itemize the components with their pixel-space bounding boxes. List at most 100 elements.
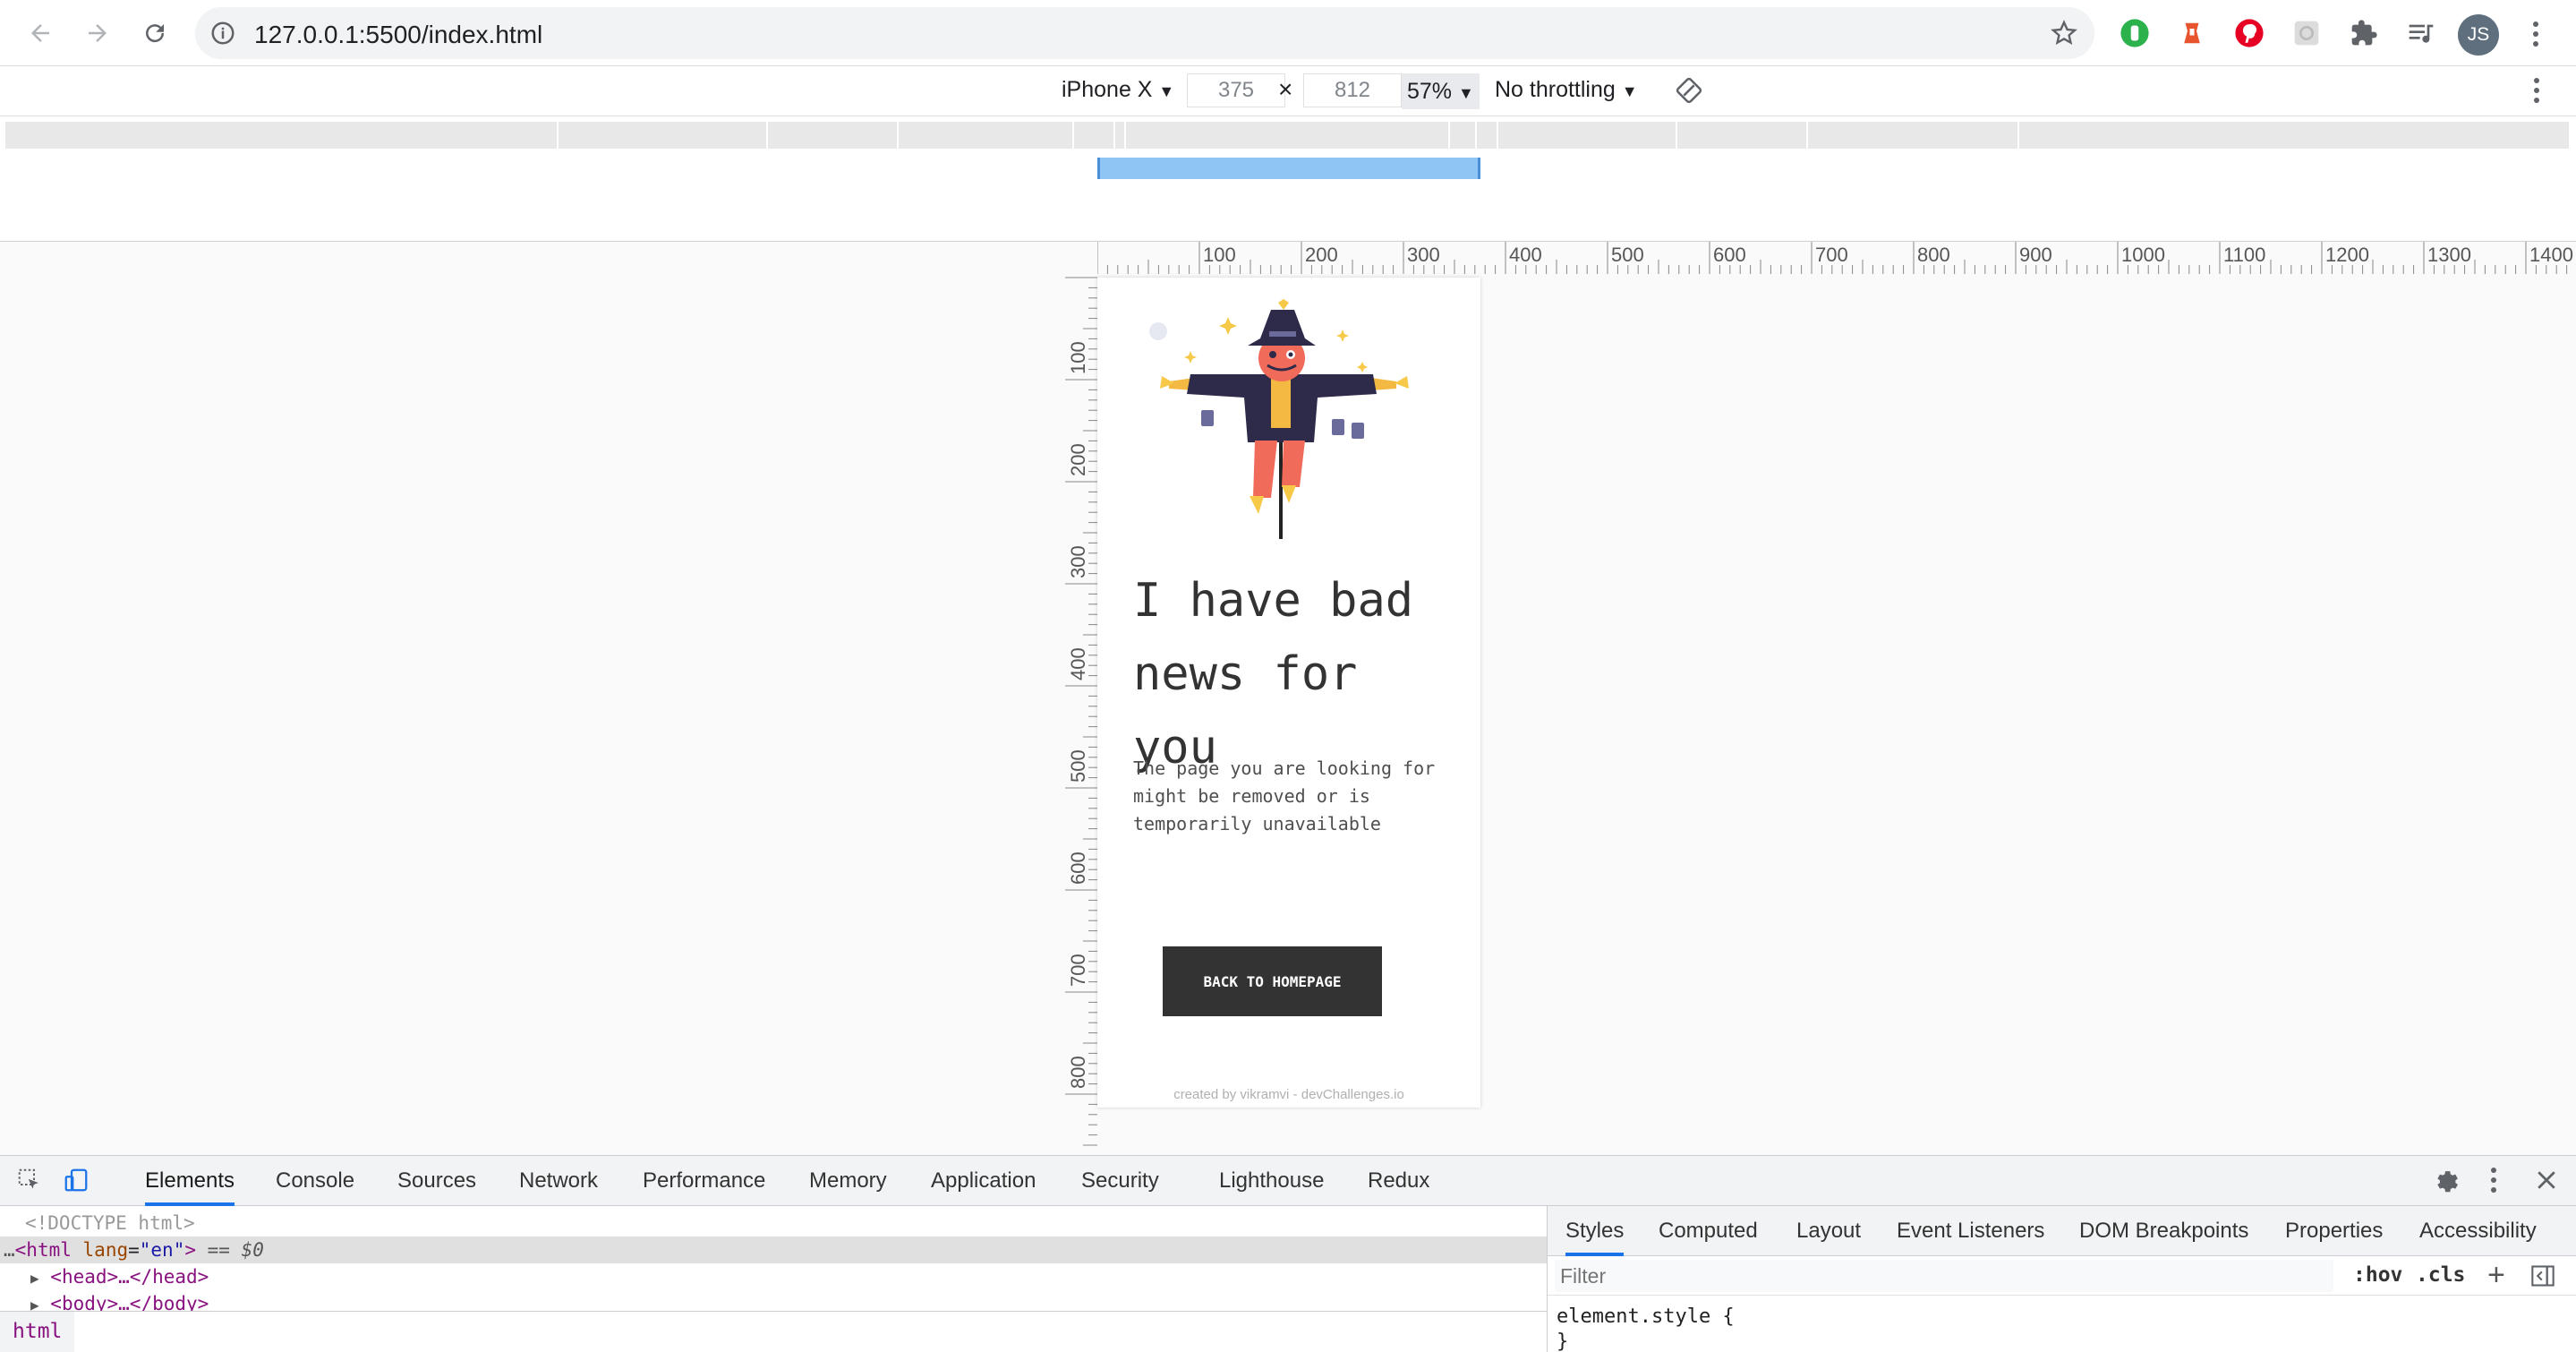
dom-head-node[interactable]: ▶ <head>…</head> bbox=[0, 1263, 1547, 1290]
close-icon[interactable] bbox=[2533, 1167, 2560, 1198]
tab-layout[interactable]: Layout bbox=[1796, 1206, 1861, 1256]
url-text[interactable]: 127.0.0.1:5500/index.html bbox=[254, 21, 542, 49]
ruler-label: 300 bbox=[1407, 244, 1440, 266]
tab-sources[interactable]: Sources bbox=[397, 1156, 476, 1206]
device-toggle-icon[interactable] bbox=[63, 1167, 90, 1198]
profile-avatar[interactable]: JS bbox=[2458, 14, 2499, 56]
tab-computed[interactable]: Computed bbox=[1659, 1206, 1758, 1256]
ruler-top: 100 200 300 400 500 600 700 800 900 1000 1100 1200 1… bbox=[1097, 242, 2576, 274]
page-headline: I have bad news for you bbox=[1133, 574, 1414, 774]
tab-performance[interactable]: Performance bbox=[643, 1156, 765, 1206]
tab-application[interactable]: Application bbox=[931, 1156, 1036, 1206]
device-select[interactable]: iPhone X ▼ bbox=[1062, 77, 1174, 103]
attr-name: lang bbox=[82, 1239, 129, 1261]
height-input[interactable]: 812 bbox=[1303, 73, 1402, 107]
kebab-menu-icon[interactable] bbox=[2490, 1167, 2497, 1198]
forward-arrow-icon[interactable] bbox=[77, 13, 118, 54]
ruler-label: 200 bbox=[1305, 244, 1338, 266]
ruler-label: 1000 bbox=[2121, 244, 2165, 266]
media-query-bar[interactable] bbox=[899, 122, 1074, 149]
breadcrumb-html[interactable]: html bbox=[0, 1312, 75, 1352]
gear-icon[interactable] bbox=[2431, 1167, 2460, 1200]
device-toolbar: iPhone X ▼ 375 × 812 57% ▼ No throttling… bbox=[0, 66, 2576, 116]
info-icon[interactable] bbox=[209, 20, 236, 51]
breadcrumb: html bbox=[0, 1311, 1547, 1352]
pinterest-icon[interactable] bbox=[2232, 16, 2266, 50]
styles-sidebar: Styles Computed Layout Event Listeners D… bbox=[1547, 1206, 2576, 1352]
tab-dom-breakpoints[interactable]: DOM Breakpoints bbox=[2079, 1206, 2248, 1256]
selected-marker: == $0 bbox=[207, 1239, 264, 1261]
tab-styles[interactable]: Styles bbox=[1565, 1206, 1625, 1256]
ruler-label: 1300 bbox=[2427, 244, 2471, 266]
styles-filter-input[interactable] bbox=[1555, 1260, 2333, 1292]
rotate-icon[interactable] bbox=[1674, 75, 1704, 110]
chevron-down-icon: ▼ bbox=[1458, 84, 1474, 102]
credit-text: created by vikramvi - devChallenges.io bbox=[1173, 1087, 1404, 1102]
media-query-bar[interactable] bbox=[768, 122, 899, 149]
throttling-value: No throttling bbox=[1495, 77, 1616, 102]
back-to-homepage-button[interactable]: BACK TO HOMEPAGE bbox=[1163, 946, 1382, 1016]
tab-redux[interactable]: Redux bbox=[1368, 1156, 1429, 1206]
element-style-rule[interactable]: element.style { } bbox=[1557, 1305, 1735, 1352]
ruler-label: 700 bbox=[1067, 954, 1089, 987]
media-query-bars bbox=[0, 116, 2576, 242]
media-query-bar[interactable] bbox=[1498, 122, 1677, 149]
head-tag: <head>…</head> bbox=[50, 1266, 209, 1288]
media-query-bar[interactable] bbox=[1115, 122, 1126, 149]
extension-green-icon[interactable] bbox=[2118, 16, 2152, 50]
width-input[interactable]: 375 bbox=[1187, 73, 1285, 107]
tab-memory[interactable]: Memory bbox=[809, 1156, 887, 1206]
media-query-bar[interactable] bbox=[559, 122, 768, 149]
media-query-bar[interactable] bbox=[1808, 122, 2019, 149]
tab-lighthouse[interactable]: Lighthouse bbox=[1219, 1156, 1324, 1206]
tab-security[interactable]: Security bbox=[1081, 1156, 1159, 1206]
tab-network[interactable]: Network bbox=[519, 1156, 598, 1206]
extension-gray-icon[interactable] bbox=[2290, 16, 2324, 50]
tab-event-listeners[interactable]: Event Listeners bbox=[1897, 1206, 2044, 1256]
tab-console[interactable]: Console bbox=[276, 1156, 354, 1206]
hov-toggle[interactable]: :hov bbox=[2353, 1263, 2402, 1287]
ruler-label: 500 bbox=[1067, 749, 1089, 783]
chevron-down-icon: ▼ bbox=[1621, 82, 1638, 100]
reload-icon[interactable] bbox=[134, 13, 175, 54]
element-style-close: } bbox=[1557, 1331, 1569, 1352]
media-query-bar[interactable] bbox=[1450, 122, 1477, 149]
styles-tab-bar: Styles Computed Layout Event Listeners D… bbox=[1548, 1206, 2576, 1256]
media-query-bar[interactable] bbox=[1074, 122, 1115, 149]
throttling-select[interactable]: No throttling ▼ bbox=[1495, 77, 1638, 103]
new-rule-button[interactable]: + bbox=[2487, 1258, 2505, 1293]
ruler-label: 600 bbox=[1713, 244, 1746, 266]
media-query-bar[interactable] bbox=[5, 122, 559, 149]
devtools-tab-bar: Elements Console Sources Network Perform… bbox=[0, 1156, 2576, 1206]
back-arrow-icon[interactable] bbox=[20, 13, 61, 54]
device-name: iPhone X bbox=[1062, 77, 1153, 102]
media-query-bar[interactable] bbox=[1477, 122, 1498, 149]
sidebar-toggle-icon[interactable] bbox=[2530, 1263, 2555, 1293]
media-queue-icon[interactable] bbox=[2404, 16, 2438, 50]
ruler-label: 900 bbox=[2019, 244, 2052, 266]
star-icon[interactable] bbox=[2050, 19, 2078, 52]
inspect-element-icon[interactable] bbox=[16, 1167, 43, 1198]
chevron-down-icon: ▼ bbox=[1158, 82, 1175, 100]
tab-accessibility[interactable]: Accessibility bbox=[2419, 1206, 2537, 1256]
kebab-menu-icon[interactable] bbox=[2533, 77, 2540, 108]
media-query-bar[interactable] bbox=[1126, 122, 1450, 149]
cls-toggle[interactable]: .cls bbox=[2416, 1263, 2465, 1287]
ruler-label: 400 bbox=[1509, 244, 1542, 266]
ruler-label: 200 bbox=[1067, 443, 1089, 476]
expand-triangle-icon[interactable]: ▶ bbox=[30, 1270, 39, 1287]
tab-elements[interactable]: Elements bbox=[145, 1156, 235, 1206]
extension-orange-icon[interactable] bbox=[2175, 16, 2209, 50]
dom-doctype[interactable]: <!DOCTYPE html> bbox=[0, 1210, 1547, 1236]
puzzle-icon[interactable] bbox=[2347, 16, 2381, 50]
tab-properties[interactable]: Properties bbox=[2285, 1206, 2383, 1256]
zoom-select[interactable]: 57% ▼ bbox=[1402, 73, 1480, 109]
media-query-bar[interactable] bbox=[2019, 122, 2571, 149]
media-query-bar[interactable] bbox=[1677, 122, 1808, 149]
media-query-selected[interactable] bbox=[1097, 158, 1480, 179]
dom-html-node[interactable]: …<html lang="en"> == $0 bbox=[0, 1236, 1547, 1263]
address-bar[interactable]: 127.0.0.1:5500/index.html bbox=[195, 7, 2094, 59]
browser-toolbar: 127.0.0.1:5500/index.html JS bbox=[0, 0, 2576, 66]
kebab-menu-icon[interactable] bbox=[2522, 16, 2549, 52]
tag-open: <html bbox=[14, 1239, 72, 1261]
